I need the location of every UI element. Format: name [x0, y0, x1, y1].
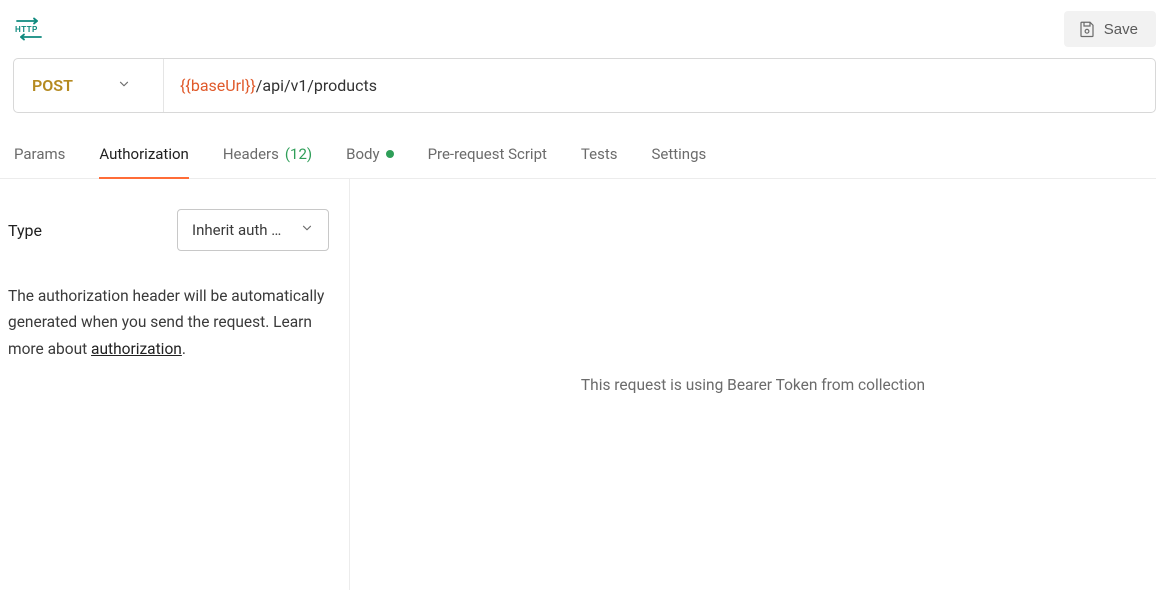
- svg-text:HTTP: HTTP: [15, 25, 38, 34]
- url-bar-wrap: POST {{baseUrl}}/api/v1/products: [0, 58, 1156, 113]
- request-tabs: Params Authorization Headers (12) Body P…: [0, 127, 1156, 179]
- chevron-down-icon: [117, 76, 131, 95]
- auth-left-pane: Type Inherit auth from parent The author…: [0, 179, 350, 590]
- save-button-label: Save: [1104, 21, 1138, 38]
- auth-type-label: Type: [8, 221, 42, 240]
- url-bar: POST {{baseUrl}}/api/v1/products: [13, 58, 1156, 113]
- tab-headers[interactable]: Headers (12): [223, 127, 312, 178]
- method-value: POST: [32, 76, 73, 95]
- http-icon: HTTP: [15, 18, 45, 40]
- save-button[interactable]: Save: [1064, 11, 1156, 47]
- main-content: Type Inherit auth from parent The author…: [0, 179, 1156, 590]
- auth-type-dropdown[interactable]: Inherit auth from parent: [177, 209, 329, 251]
- tab-params[interactable]: Params: [14, 127, 65, 178]
- authorization-link[interactable]: authorization: [91, 340, 182, 358]
- headers-count: (12): [285, 145, 312, 163]
- auth-type-value: Inherit auth from parent: [192, 221, 284, 239]
- tab-settings[interactable]: Settings: [651, 127, 706, 178]
- tab-tests[interactable]: Tests: [581, 127, 618, 178]
- auth-description: The authorization header will be automat…: [8, 283, 329, 362]
- tab-body[interactable]: Body: [346, 127, 393, 178]
- request-header-row: HTTP Save: [0, 0, 1156, 58]
- tab-pre-request-script[interactable]: Pre-request Script: [428, 127, 547, 178]
- tab-authorization[interactable]: Authorization: [99, 127, 188, 178]
- url-path: /api/v1/products: [256, 76, 377, 95]
- auth-type-row: Type Inherit auth from parent: [8, 209, 329, 251]
- floppy-icon: [1078, 20, 1096, 38]
- chevron-down-icon: [300, 221, 314, 239]
- auth-inherit-message: This request is using Bearer Token from …: [581, 376, 925, 394]
- url-variable: {{baseUrl}}: [180, 76, 256, 95]
- auth-right-pane: This request is using Bearer Token from …: [350, 179, 1156, 590]
- url-input[interactable]: {{baseUrl}}/api/v1/products: [164, 59, 1155, 112]
- method-dropdown[interactable]: POST: [14, 59, 164, 112]
- body-indicator-dot: [386, 150, 394, 158]
